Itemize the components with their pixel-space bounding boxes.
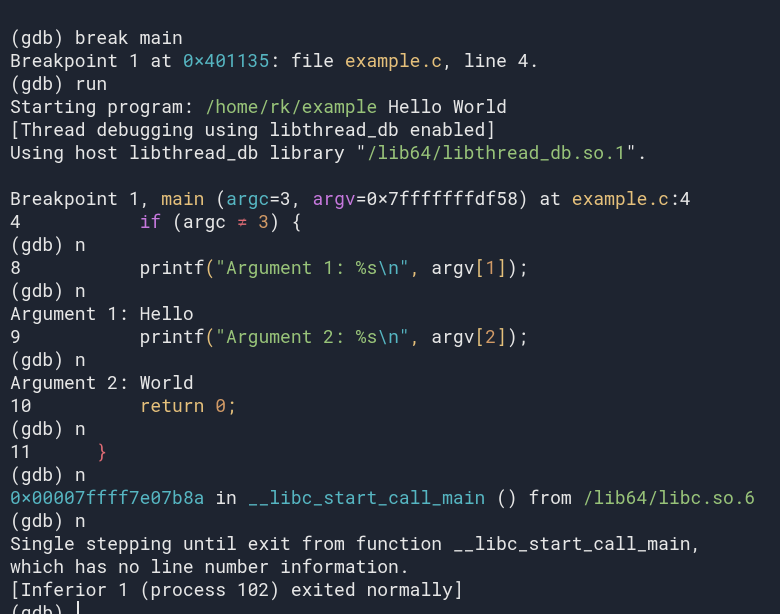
cursor-icon: [77, 601, 79, 614]
line-out-arg1: Argument 1: Hello: [10, 301, 194, 325]
kw-if: if: [140, 209, 172, 233]
bp-address: 0×401135: [183, 48, 269, 72]
cmd-run: run: [75, 71, 107, 95]
line-step-2: which has no line number information.: [10, 554, 410, 578]
line-n-5: (gdb) n: [10, 462, 86, 486]
ne-glyph: ≠: [237, 209, 248, 233]
gdb-prompt: (gdb): [10, 600, 75, 614]
fn-main: main: [161, 186, 204, 210]
cmd-n: n: [75, 508, 86, 532]
line-n-6: (gdb) n: [10, 508, 86, 532]
line-break-cmd: (gdb) break main: [10, 25, 183, 49]
line-libthread: Using host libthread_db library "/lib64/…: [10, 140, 647, 164]
cmd-n: n: [75, 278, 86, 302]
libc-so: /lib64/libc.so.6: [583, 485, 756, 509]
gdb-prompt: (gdb): [10, 462, 75, 486]
line-starting: Starting program: /home/rk/example Hello…: [10, 94, 507, 118]
line-inferior: [Inferior 1 (process 102) exited normall…: [10, 577, 464, 601]
cmd-n: n: [75, 462, 86, 486]
cmd-n: n: [75, 347, 86, 371]
argv-name: argv: [313, 186, 356, 210]
libthread-path: /lib64/libthread_db.so.1: [366, 140, 625, 164]
argc-name: argc: [226, 186, 269, 210]
gdb-prompt: (gdb): [10, 278, 75, 302]
line-out-arg2: Argument 2: World: [10, 370, 194, 394]
libc-fn: __libc_start_call_main: [248, 485, 486, 509]
libc-addr: 0×00007ffff7e07b8a: [10, 485, 204, 509]
line-n-2: (gdb) n: [10, 278, 86, 302]
line-step-1: Single stepping until exit from function…: [10, 531, 701, 555]
line-thread: [Thread debugging using libthread_db ena…: [10, 117, 496, 141]
line-src-8: 8 printf("Argument 1: %s\n", argv[1]);: [10, 255, 529, 279]
line-prompt-final[interactable]: (gdb): [10, 600, 79, 614]
gdb-prompt: (gdb): [10, 232, 75, 256]
hit-file: example.c: [572, 186, 669, 210]
gdb-prompt: (gdb): [10, 416, 75, 440]
cmd-n: n: [75, 416, 86, 440]
cmd-n: n: [75, 232, 86, 256]
line-bp-set: Breakpoint 1 at 0×401135: file example.c…: [10, 48, 539, 72]
line-run-cmd: (gdb) run: [10, 71, 107, 95]
line-n-4: (gdb) n: [10, 416, 86, 440]
line-bp-hit: Breakpoint 1, main (argc=3, argv=0×7ffff…: [10, 186, 691, 210]
closing-brace: }: [96, 439, 107, 463]
line-src-9: 9 printf("Argument 2: %s\n", argv[2]);: [10, 324, 529, 348]
line-n-3: (gdb) n: [10, 347, 86, 371]
line-src-4: 4 if (argc ≠ 3) {: [10, 209, 302, 233]
kw-return: return: [140, 393, 216, 417]
gdb-prompt: (gdb): [10, 71, 75, 95]
gdb-prompt: (gdb): [10, 508, 75, 532]
program-path: /home/rk/example: [204, 94, 377, 118]
line-src-11: 11 }: [10, 439, 107, 463]
terminal-output[interactable]: (gdb) break main Breakpoint 1 at 0×40113…: [0, 0, 780, 614]
gdb-prompt: (gdb): [10, 25, 75, 49]
bp-filename: example.c: [345, 48, 442, 72]
line-libc: 0×00007ffff7e07b8a in __libc_start_call_…: [10, 485, 755, 509]
line-n-1: (gdb) n: [10, 232, 86, 256]
cmd-break: break main: [75, 25, 183, 49]
gdb-prompt: (gdb): [10, 347, 75, 371]
line-src-10: 10 return 0;: [10, 393, 237, 417]
